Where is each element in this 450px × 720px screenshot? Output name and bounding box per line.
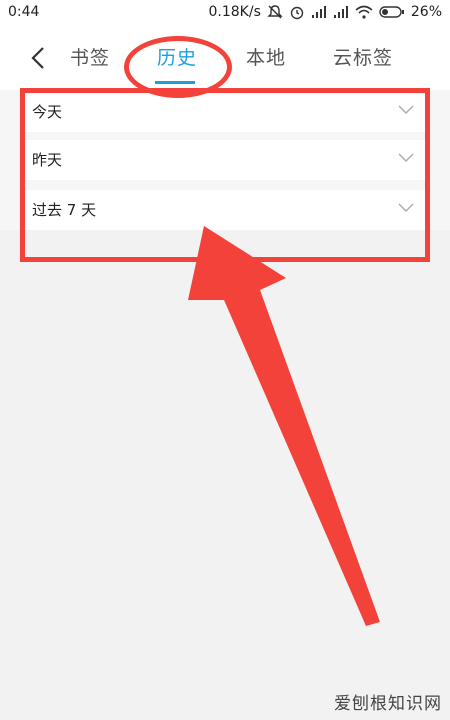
wifi-icon bbox=[355, 5, 373, 19]
alarm-icon bbox=[290, 6, 304, 20]
signal-icon-2 bbox=[333, 6, 348, 18]
status-time: 0:44 bbox=[8, 4, 40, 20]
back-arrow-icon[interactable] bbox=[26, 44, 50, 72]
signal-icon bbox=[311, 6, 326, 18]
network-speed: 0.18K/s bbox=[208, 4, 261, 20]
status-bar: 0:44 0.18K/s 26% bbox=[0, 0, 450, 26]
battery-percent: 26% bbox=[410, 4, 442, 20]
watermark: 爱刨根知识网 bbox=[334, 694, 442, 714]
mute-icon bbox=[267, 5, 283, 19]
status-right-group: 0.18K/s 26% bbox=[209, 4, 443, 20]
tab-cloud-tabs[interactable]: 云标签 bbox=[333, 43, 393, 70]
battery-icon bbox=[379, 6, 404, 18]
highlight-rectangle bbox=[20, 88, 430, 262]
tab-local[interactable]: 本地 bbox=[246, 43, 286, 70]
tab-bookmarks[interactable]: 书签 bbox=[70, 43, 110, 70]
